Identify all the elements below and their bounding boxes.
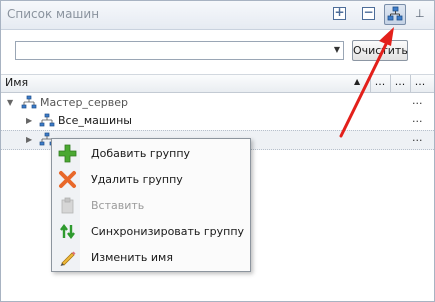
annotation-arrow (339, 27, 394, 138)
